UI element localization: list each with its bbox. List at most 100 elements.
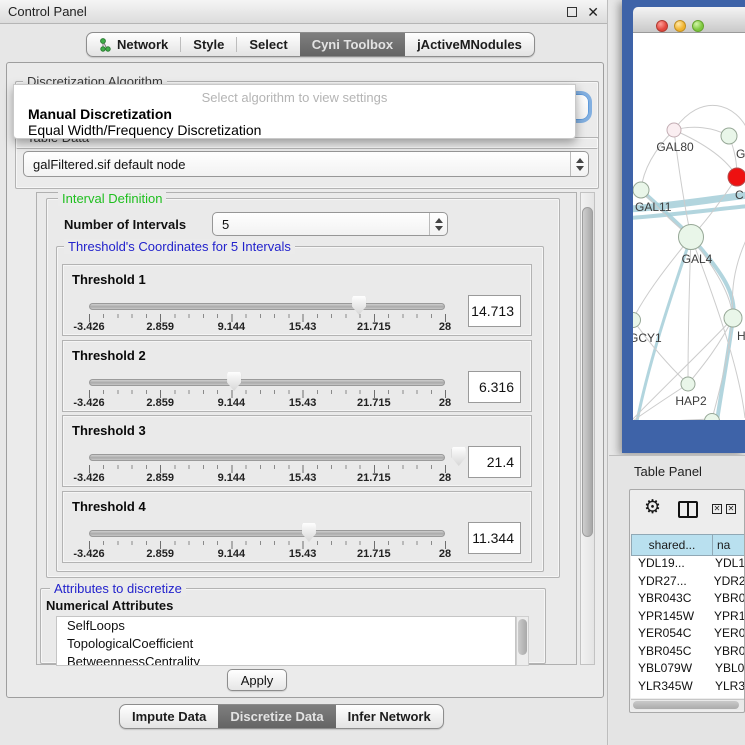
table-row[interactable]: YPR145WYPR1 — [631, 609, 745, 627]
checkbox-icon[interactable]: ✕ — [712, 504, 722, 514]
number-of-intervals-label: Number of Intervals — [64, 217, 186, 232]
apply-button[interactable]: Apply — [227, 669, 287, 691]
network-icon — [99, 38, 112, 52]
panel-scrollbar-thumb[interactable] — [582, 207, 593, 537]
threshold-block: Threshold 3 -3.4262.8599.14415.4321.7152… — [62, 415, 532, 487]
network-canvas[interactable]: GAL80 G C GAL11 GAL4 GCY1 H HAP2 — [633, 33, 745, 420]
tab-discretize-data[interactable]: Discretize Data — [218, 705, 335, 728]
checkbox-icon[interactable]: ✕ — [726, 504, 736, 514]
threshold-slider-track[interactable] — [89, 379, 445, 386]
horizontal-scrollbar[interactable] — [631, 699, 745, 710]
table-row[interactable]: YIL052CYIL0 — [631, 696, 745, 698]
list-scrollbar-thumb[interactable] — [518, 619, 527, 655]
node[interactable] — [724, 309, 743, 328]
table-header-row: shared... na — [631, 534, 745, 556]
dropdown-hint: Select algorithm to view settings — [14, 90, 575, 105]
node-label-clipped: H — [737, 329, 745, 343]
split-columns-icon[interactable] — [678, 501, 698, 518]
threshold-value-field[interactable]: 11.344 — [468, 522, 521, 554]
threshold-label: Threshold 1 — [72, 272, 146, 287]
node-gal11[interactable] — [633, 182, 650, 199]
close-traffic-icon[interactable] — [656, 20, 668, 32]
horizontal-scrollbar-thumb[interactable] — [633, 701, 739, 709]
tab-impute-data[interactable]: Impute Data — [120, 705, 218, 728]
table-row[interactable]: YER054CYER0 — [631, 626, 745, 644]
tab-infer-network[interactable]: Infer Network — [336, 705, 443, 728]
dropdown-option-manual[interactable]: Manual Discretization — [28, 106, 172, 122]
table-row[interactable]: YBL079WYBL0 — [631, 661, 745, 679]
thresholds-group-title: Threshold's Coordinates for 5 Intervals — [64, 239, 295, 254]
bottom-tabs: Impute Data Discretize Data Infer Networ… — [119, 704, 444, 729]
combo-spinner-icon[interactable] — [570, 152, 588, 176]
table-data-combobox[interactable]: galFiltered.sif default node — [23, 151, 589, 177]
control-panel-titlebar: Control Panel ✕ — [0, 0, 607, 24]
node-label-gcy1: GCY1 — [633, 331, 662, 345]
panel-scrollbar[interactable] — [580, 192, 595, 665]
control-panel-tabs: Network Style Select Cyni Toolbox jActiv… — [86, 32, 535, 57]
list-item[interactable]: SelfLoops — [57, 617, 515, 635]
threshold-slider-track[interactable] — [89, 454, 445, 461]
node[interactable] — [721, 128, 738, 145]
node-label-clipped: C — [735, 188, 744, 202]
table-rows: YDL19...YDL1 YDR27...YDR2 YBR043CYBR0 YP… — [631, 556, 745, 698]
tab-jactivemnodules[interactable]: jActiveMNodules — [405, 33, 534, 56]
threshold-label: Threshold 4 — [72, 499, 146, 514]
gear-icon[interactable]: ⚙ — [644, 498, 661, 517]
table-row[interactable]: YBR043CYBR0 — [631, 591, 745, 609]
dropdown-option-equal-width[interactable]: Equal Width/Frequency Discretization — [28, 122, 261, 138]
node-label-clipped: G — [736, 147, 745, 161]
threshold-value-field[interactable]: 6.316 — [468, 371, 521, 403]
threshold-value-field[interactable]: 14.713 — [468, 295, 521, 327]
node-hap2[interactable] — [681, 377, 696, 392]
table-data-value: galFiltered.sif default node — [24, 157, 185, 172]
threshold-slider-handle[interactable] — [452, 447, 466, 466]
table-row[interactable]: YDR27...YDR2 — [631, 574, 745, 592]
slider-scale-labels: -3.4262.8599.14415.4321.71528 — [89, 321, 445, 334]
list-scrollbar[interactable] — [516, 616, 529, 666]
zoom-traffic-icon[interactable] — [692, 20, 704, 32]
algorithm-dropdown-popup: Select algorithm to view settings Manual… — [13, 84, 576, 139]
table-row[interactable]: YLR345WYLR3 — [631, 679, 745, 697]
table-panel-box: ⚙ ✕ ✕ shared... na YDL19...YDL1 YDR27...… — [629, 489, 745, 713]
node-gal4[interactable] — [678, 224, 704, 250]
column-header-name[interactable]: na — [713, 534, 745, 556]
threshold-label: Threshold 3 — [72, 423, 146, 438]
threshold-block: Threshold 1 -3.4262.8599.14415.4321.7152… — [62, 264, 532, 336]
combo-spinner-icon[interactable] — [429, 213, 447, 235]
column-header-shared[interactable]: shared... — [631, 534, 713, 556]
network-window-titlebar — [633, 7, 745, 33]
numerical-attributes-list[interactable]: SelfLoops TopologicalCoefficient Between… — [56, 616, 516, 666]
threshold-label: Threshold 2 — [72, 348, 146, 363]
threshold-slider-handle[interactable] — [227, 372, 241, 391]
node-label-gal4: GAL4 — [682, 252, 713, 266]
threshold-slider-track[interactable] — [89, 303, 445, 310]
table-panel-title: Table Panel — [634, 464, 702, 479]
number-of-intervals-value: 5 — [213, 217, 229, 232]
table-row[interactable]: YDL19...YDL1 — [631, 556, 745, 574]
minimize-traffic-icon[interactable] — [674, 20, 686, 32]
slider-scale-labels: -3.4262.8599.14415.4321.71528 — [89, 397, 445, 410]
table-row[interactable]: YBR045CYBR0 — [631, 644, 745, 662]
threshold-slider-handle[interactable] — [352, 296, 366, 315]
node-label-hap2: HAP2 — [675, 394, 706, 408]
tab-style[interactable]: Style — [181, 33, 236, 56]
tab-select[interactable]: Select — [237, 33, 299, 56]
list-item[interactable]: TopologicalCoefficient — [57, 635, 515, 653]
node-gal80[interactable] — [667, 123, 682, 138]
threshold-value-field[interactable]: 21.4 — [468, 446, 521, 478]
table-panel: Table Panel ⚙ ✕ ✕ shared... na YDL19...Y… — [609, 455, 745, 745]
number-of-intervals-combobox[interactable]: 5 — [212, 212, 448, 236]
node-red-selected[interactable] — [728, 168, 745, 187]
numerical-attributes-label: Numerical Attributes — [46, 598, 173, 613]
float-window-icon[interactable] — [567, 7, 577, 17]
tab-network[interactable]: Network — [87, 33, 180, 56]
threshold-slider-track[interactable] — [89, 530, 445, 537]
threshold-block: Threshold 2 -3.4262.8599.14415.4321.7152… — [62, 340, 532, 412]
window-title: Control Panel — [8, 4, 87, 19]
list-item[interactable]: BetweennessCentrality — [57, 653, 515, 666]
threshold-block: Threshold 4 -3.4262.8599.14415.4321.7152… — [62, 491, 532, 563]
tab-cyni-toolbox[interactable]: Cyni Toolbox — [300, 33, 405, 56]
threshold-slider-handle[interactable] — [302, 523, 316, 542]
close-icon[interactable]: ✕ — [587, 7, 599, 17]
network-window: GAL80 G C GAL11 GAL4 GCY1 H HAP2 — [622, 0, 745, 453]
